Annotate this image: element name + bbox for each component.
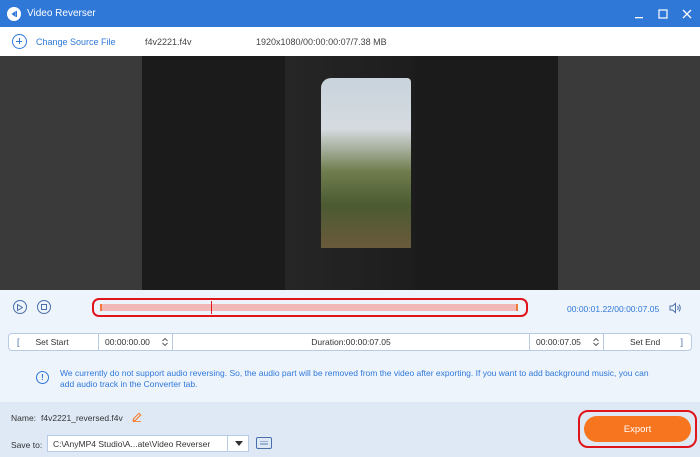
end-time-input[interactable]: 00:00:07.05 — [530, 334, 604, 350]
timeline-track[interactable] — [100, 301, 518, 314]
info-icon: ! — [36, 371, 49, 384]
timeline[interactable] — [92, 298, 528, 317]
minimize-icon[interactable] — [628, 0, 650, 27]
output-name-value[interactable]: f4v2221_reversed.f4v — [41, 413, 123, 423]
save-path-value: C:\AnyMP4 Studio\A...ate\Video Reverser — [53, 438, 211, 449]
set-start-label: Set Start — [35, 337, 69, 347]
set-end-button[interactable]: Set End ] — [604, 334, 691, 350]
add-source-icon[interactable] — [12, 34, 27, 49]
duration-display: Duration:00:00:07.05 — [173, 334, 530, 350]
name-label: Name: — [11, 413, 37, 423]
video-content — [285, 56, 415, 290]
current-time: 00:00:01.22 — [567, 304, 612, 314]
title-bar: Video Reverser — [0, 0, 700, 27]
stop-icon — [41, 304, 47, 310]
audio-notice: We currently do not support audio revers… — [60, 368, 649, 389]
end-stepper-icon[interactable] — [593, 338, 599, 346]
start-time-value: 00:00:00.00 — [105, 337, 150, 347]
stop-button[interactable] — [37, 300, 51, 314]
bracket-right-icon: ] — [680, 337, 683, 347]
save-path-dropdown[interactable] — [227, 435, 249, 452]
chevron-down-icon — [234, 441, 243, 446]
total-time: /00:00:07.05 — [611, 304, 660, 314]
source-file-name: f4v2221.f4v — [145, 37, 192, 47]
change-source-button[interactable]: Change Source File — [36, 37, 116, 47]
set-end-label: Set End — [630, 337, 661, 347]
volume-icon[interactable] — [669, 302, 682, 314]
duration-value: Duration:00:00:07.05 — [311, 337, 391, 347]
time-display: 00:00:01.22/00:00:07.05 — [567, 304, 659, 314]
window-title: Video Reverser — [27, 8, 96, 19]
play-button[interactable] — [13, 300, 27, 314]
edit-pencil-icon[interactable] — [132, 412, 142, 422]
play-icon — [17, 303, 23, 311]
video-preview — [0, 56, 700, 290]
video-image — [321, 78, 411, 248]
end-time-value: 00:00:07.05 — [536, 337, 581, 347]
video-frame — [142, 56, 558, 290]
start-stepper-icon[interactable] — [162, 338, 168, 346]
source-file-info: 1920x1080/00:00:00:07/7.38 MB — [256, 37, 387, 47]
export-button[interactable]: Export — [584, 416, 691, 442]
save-path-select[interactable]: C:\AnyMP4 Studio\A...ate\Video Reverser — [47, 435, 249, 452]
playback-controls: 00:00:01.22/00:00:07.05 — [0, 290, 700, 328]
app-logo-icon — [7, 6, 21, 21]
toolbar: Change Source File f4v2221.f4v 1920x1080… — [0, 27, 700, 56]
folder-icon[interactable] — [256, 437, 272, 449]
start-time-input[interactable]: 00:00:00.00 — [99, 334, 173, 350]
close-icon[interactable] — [676, 0, 698, 27]
output-panel: Name: f4v2221_reversed.f4v Save to: C:\A… — [0, 402, 700, 457]
maximize-icon[interactable] — [652, 0, 674, 27]
set-start-button[interactable]: [ Set Start — [9, 334, 99, 350]
clip-range-bar: [ Set Start 00:00:00.00 Duration:00:00:0… — [8, 333, 692, 351]
save-to-label: Save to: — [11, 440, 43, 450]
playhead[interactable] — [210, 301, 212, 314]
bracket-left-icon: [ — [17, 337, 20, 347]
